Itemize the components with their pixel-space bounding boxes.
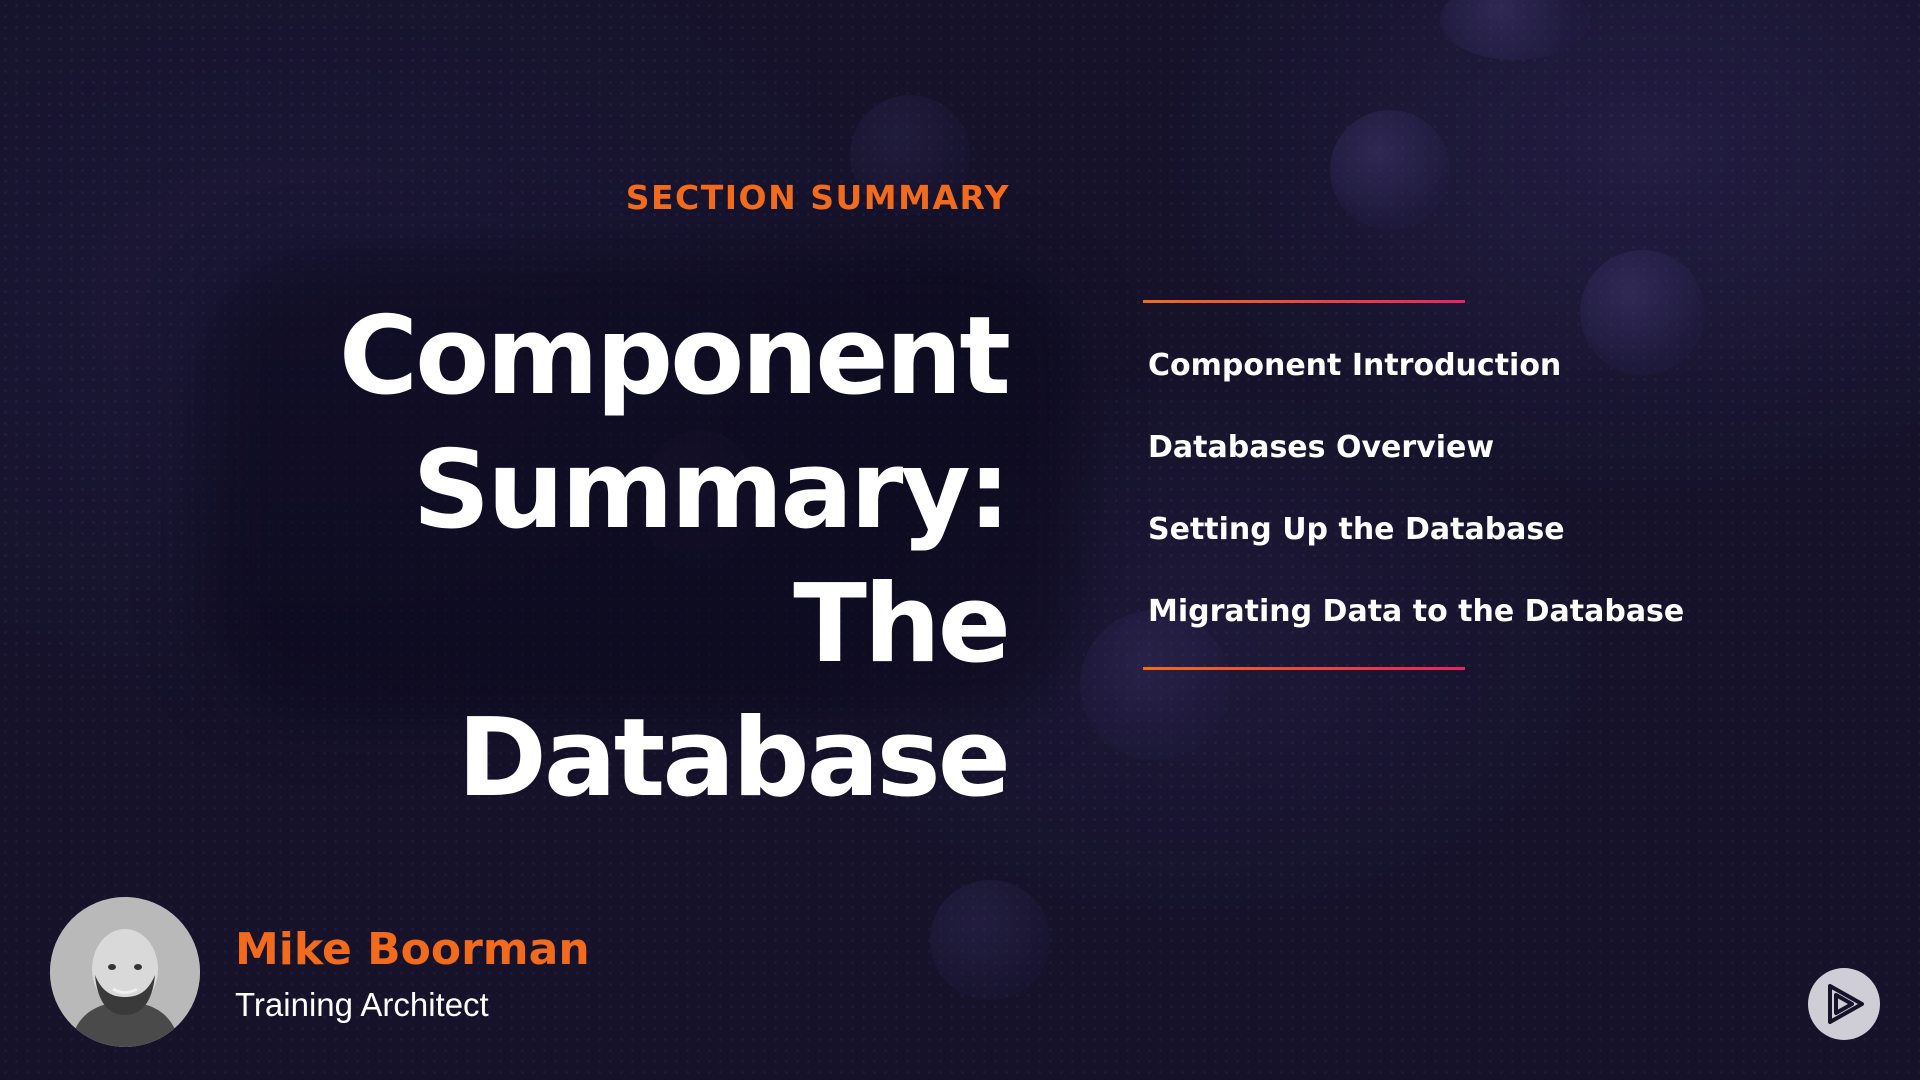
topic-item: Databases Overview xyxy=(1148,430,1495,465)
section-label: SECTION SUMMARY xyxy=(625,178,1010,217)
slide-canvas: SECTION SUMMARY Component Summary: The D… xyxy=(0,0,1920,1080)
slide-title: Component Summary: The Database xyxy=(248,290,1011,826)
presenter-role: Training Architect xyxy=(235,986,489,1023)
slide-title-line: Component xyxy=(338,294,1011,419)
slide-title-line: Summary: The xyxy=(412,428,1011,687)
topic-item: Setting Up the Database xyxy=(1148,512,1565,547)
slide-title-line: Database xyxy=(457,696,1011,821)
background-bubble xyxy=(930,880,1050,1000)
topic-divider-top xyxy=(1143,300,1465,303)
play-logo-svg xyxy=(1828,984,1864,1024)
presenter-avatar xyxy=(50,897,200,1047)
topic-divider-bottom xyxy=(1143,667,1465,670)
topic-item: Component Introduction xyxy=(1148,348,1562,383)
topic-list: Component Introduction Databases Overvie… xyxy=(1148,345,1684,673)
topic-item: Migrating Data to the Database xyxy=(1148,594,1685,629)
play-logo-icon[interactable] xyxy=(1808,968,1880,1040)
presenter-avatar-icon xyxy=(50,897,200,1047)
background-bubble xyxy=(1330,110,1450,230)
presenter-name: Mike Boorman xyxy=(235,924,590,975)
